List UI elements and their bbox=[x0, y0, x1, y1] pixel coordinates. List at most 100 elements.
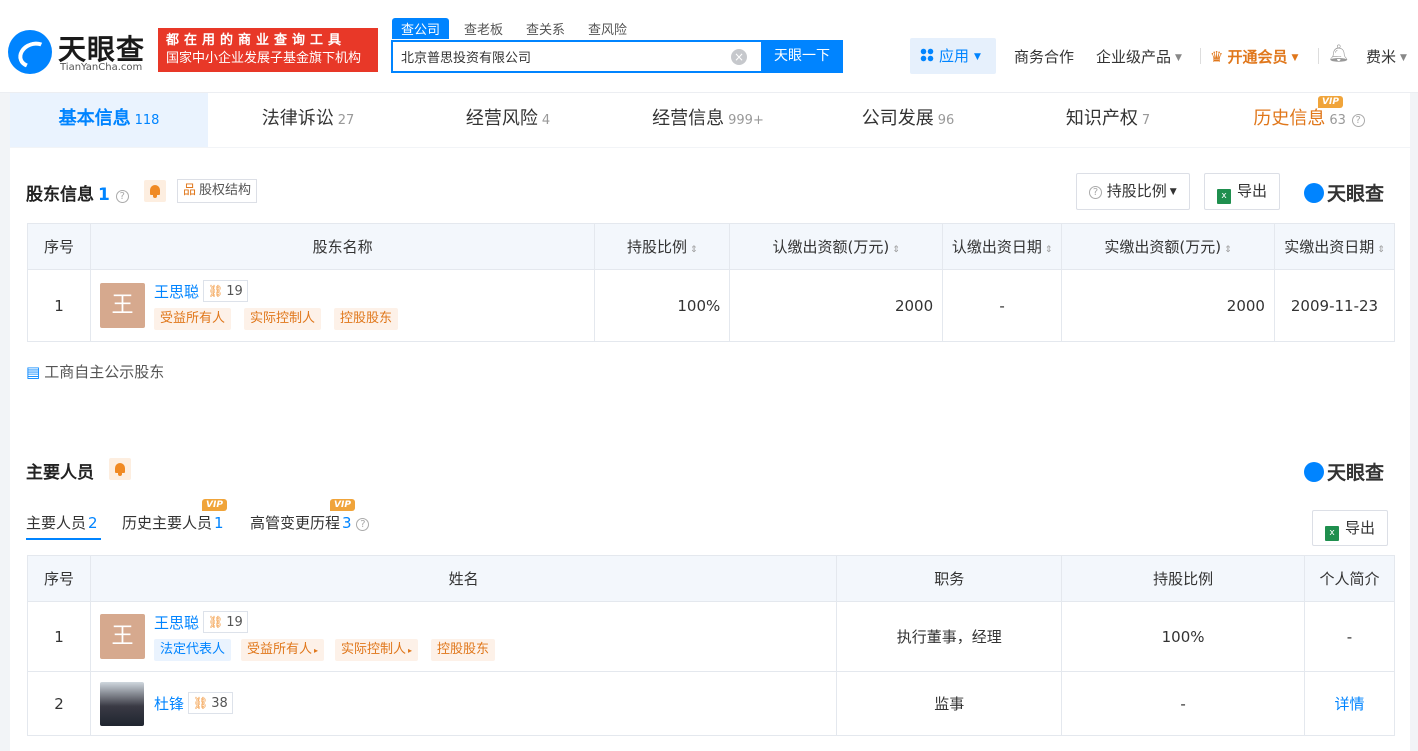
col-position: 职务 bbox=[836, 555, 1063, 602]
subtab-label: 主要人员 bbox=[26, 514, 87, 532]
tianyancha-brand: 天眼查 bbox=[1304, 458, 1384, 485]
slogan-line-1: 都在用的商业查询工具 bbox=[166, 33, 347, 48]
tab-history-info[interactable]: 历史信息 63 ? bbox=[1208, 93, 1410, 147]
tab-lawsuits[interactable]: 法律诉讼 27 bbox=[208, 93, 408, 147]
tianyancha-logo[interactable]: 天眼查 TianYanCha.com bbox=[8, 26, 150, 74]
avatar[interactable]: 王 bbox=[99, 283, 145, 328]
search-box: × 天眼一下 bbox=[391, 40, 843, 73]
row-index: 1 bbox=[27, 269, 91, 342]
ratio-sort-button[interactable]: ? 持股比例 ▼ bbox=[1076, 173, 1190, 210]
nav-business[interactable]: 商务合作 bbox=[1014, 46, 1074, 67]
col-paid-date[interactable]: 实缴出资日期 ⇕ bbox=[1273, 223, 1396, 270]
user-menu[interactable]: 费米 ▼ bbox=[1366, 46, 1407, 67]
caret-right-icon: ▸ bbox=[407, 646, 412, 655]
person-name[interactable]: 杜锋 bbox=[154, 693, 184, 714]
search-tab-risk[interactable]: 查风险 bbox=[588, 19, 627, 38]
nav-app-label: 应用 bbox=[939, 47, 970, 65]
nav-enterprise[interactable]: 企业级产品 ▼ bbox=[1096, 46, 1182, 67]
tag-actual-controller: 实际控制人 bbox=[243, 308, 321, 330]
tab-count: 96 bbox=[937, 113, 955, 128]
main-tabs: 基本信息 118 法律诉讼 27 经营风险 4 经营信息 999+ 公司发展 96 知识产… bbox=[10, 93, 1410, 147]
tab-business-info[interactable]: 经营信息 999+ bbox=[608, 93, 808, 147]
col-ratio-label: 持股比例 bbox=[627, 238, 688, 256]
sort-icon: ⇕ bbox=[1044, 245, 1053, 255]
help-icon[interactable]: ? bbox=[115, 190, 129, 203]
col-subscribed-date[interactable]: 认缴出资日期 ⇕ bbox=[942, 223, 1063, 270]
search-button[interactable]: 天眼一下 bbox=[761, 40, 843, 73]
tag-controlling-shareholder: 控股股东 bbox=[430, 639, 495, 661]
caret-right-icon: ▸ bbox=[313, 646, 318, 655]
tab-intellectual-property[interactable]: 知识产权 7 bbox=[1008, 93, 1208, 147]
paid-date-value: 2009-11-23 bbox=[1273, 269, 1396, 342]
export-label: 导出 bbox=[1345, 519, 1376, 537]
equity-structure-label: 股权结构 bbox=[199, 183, 252, 198]
search-tab-relation[interactable]: 查关系 bbox=[526, 19, 565, 38]
subtab-label: 高管变更历程 bbox=[250, 514, 341, 532]
help-icon[interactable]: ? bbox=[1351, 114, 1365, 127]
logo-icon bbox=[1304, 183, 1324, 203]
brand-text: 天眼查 bbox=[1327, 183, 1385, 205]
search-input[interactable] bbox=[393, 42, 761, 71]
bell-icon[interactable]: 🔔︎ bbox=[1328, 44, 1350, 64]
search-tab-boss[interactable]: 查老板 bbox=[464, 19, 503, 38]
col-ratio: 持股比例 bbox=[1061, 555, 1305, 602]
tab-business-risk[interactable]: 经营风险 4 bbox=[408, 93, 608, 147]
relations-badge[interactable]: ⛓ 19 bbox=[202, 280, 248, 302]
clear-icon[interactable]: × bbox=[731, 49, 747, 65]
help-icon: ? bbox=[1089, 186, 1102, 199]
col-index: 序号 bbox=[27, 555, 91, 602]
tag-beneficial-owner[interactable]: 受益所有人 ▸ bbox=[240, 639, 324, 661]
table-row: 1 王 王思聪 ⛓ 19 法定代表人 受益所有人 ▸ 实际控制人 ▸ 控股股东 执行董… bbox=[27, 601, 1395, 672]
subtab-current-personnel[interactable]: 主要人员 2 bbox=[26, 512, 98, 533]
tag-actual-controller[interactable]: 实际控制人 ▸ bbox=[334, 639, 418, 661]
subtab-count: 2 bbox=[88, 514, 98, 532]
network-icon: ⛓ bbox=[192, 696, 209, 710]
vip-badge: VIP bbox=[330, 499, 355, 511]
col-paid[interactable]: 实缴出资额(万元) ⇕ bbox=[1061, 223, 1275, 270]
export-button[interactable]: x 导出 bbox=[1204, 173, 1281, 210]
subtab-history-personnel[interactable]: 历史主要人员 1 bbox=[122, 512, 224, 533]
tab-basic-info[interactable]: 基本信息 118 bbox=[10, 93, 208, 147]
public-shareholders-link[interactable]: ▤ 工商自主公示股东 bbox=[26, 361, 164, 382]
table-header-row: 序号 股东名称 持股比例 ⇕ 认缴出资额(万元) ⇕ 认缴出资日期 ⇕ 实缴出资额(万… bbox=[27, 223, 1396, 270]
vip-badge: VIP bbox=[202, 499, 227, 511]
slogan-banner: 都在用的商业查询工具 国家中小企业发展子基金旗下机构 bbox=[158, 28, 378, 72]
col-name: 股东名称 bbox=[89, 223, 596, 270]
relations-count: 38 bbox=[211, 696, 228, 711]
shareholder-cell: 王 王思聪 ⛓ 19 受益所有人 实际控制人 控股股东 bbox=[89, 269, 596, 342]
public-shareholders-label: 工商自主公示股东 bbox=[44, 363, 165, 381]
avatar[interactable]: 王 bbox=[99, 614, 145, 659]
monitor-bell-icon[interactable] bbox=[109, 458, 131, 480]
excel-icon: x bbox=[1217, 189, 1231, 204]
relations-badge[interactable]: ⛓ 19 bbox=[202, 611, 248, 633]
person-name[interactable]: 王思聪 bbox=[154, 612, 199, 633]
export-button[interactable]: x 导出 bbox=[1312, 510, 1389, 546]
avatar-photo[interactable] bbox=[99, 682, 144, 726]
nav-app-menu[interactable]: 应用 ▼ bbox=[910, 38, 996, 74]
subtab-executive-changes[interactable]: 高管变更历程 3 ? bbox=[250, 512, 370, 533]
sort-icon: ⇕ bbox=[690, 245, 698, 255]
relations-badge[interactable]: ⛓ 38 bbox=[187, 692, 233, 714]
help-icon[interactable]: ? bbox=[356, 518, 370, 531]
document-icon: ▤ bbox=[26, 363, 41, 381]
sort-icon: ⇕ bbox=[892, 245, 900, 255]
excel-icon: x bbox=[1325, 526, 1339, 541]
apps-grid-icon bbox=[920, 48, 934, 62]
tag-beneficial-owner: 受益所有人 bbox=[153, 308, 231, 330]
shareholders-title: 股东信息 1 ? bbox=[26, 180, 129, 205]
tab-label: 经营信息 bbox=[652, 108, 725, 129]
nav-vip[interactable]: ♛ 开通会员 ▼ bbox=[1210, 46, 1298, 67]
caret-down-icon: ▼ bbox=[1400, 53, 1407, 63]
tab-company-development[interactable]: 公司发展 96 bbox=[808, 93, 1008, 147]
monitor-bell-icon[interactable] bbox=[144, 180, 166, 202]
shareholder-name[interactable]: 王思聪 bbox=[154, 281, 199, 302]
tag-controlling-shareholder: 控股股东 bbox=[333, 308, 398, 330]
tab-count: 4 bbox=[541, 113, 551, 128]
equity-structure-button[interactable]: 品股权结构 bbox=[177, 179, 258, 203]
col-ratio[interactable]: 持股比例 ⇕ bbox=[594, 223, 731, 270]
bio-details-link[interactable]: 详情 bbox=[1304, 671, 1395, 736]
col-subscribed[interactable]: 认缴出资额(万元) ⇕ bbox=[729, 223, 944, 270]
position-value: 执行董事，经理 bbox=[836, 601, 1063, 672]
search-tab-company[interactable]: 查公司 bbox=[392, 18, 450, 39]
tab-label: 经营风险 bbox=[465, 108, 538, 129]
